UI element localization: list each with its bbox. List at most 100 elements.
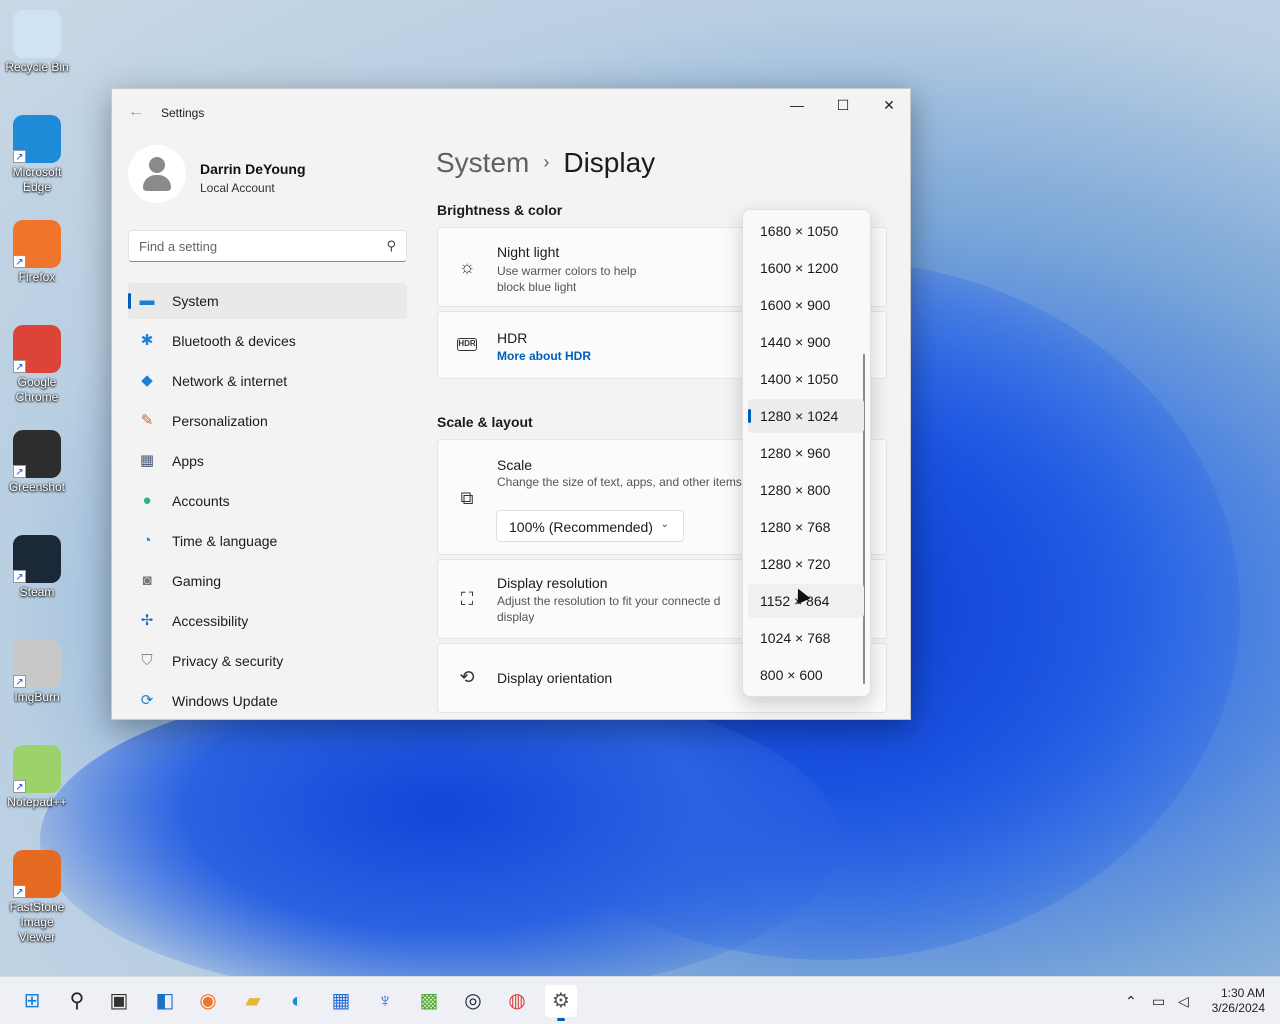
sidebar-item-time-language[interactable]: ◔ Time & language — [128, 523, 407, 559]
desktop-icon-label: FastStone Image Viewer — [9, 900, 65, 944]
sidebar-item-label: Accounts — [172, 493, 230, 509]
avatar-head-icon — [149, 157, 165, 173]
title-bar[interactable]: ← Settings — ☐ ✕ — [112, 89, 910, 137]
hdr-icon: HDR — [457, 338, 477, 351]
resolution-option[interactable]: 1280 × 960 — [748, 436, 864, 470]
sidebar-item-accessibility[interactable]: ✢ Accessibility — [128, 603, 407, 639]
resolution-option-label: 1400 × 1050 — [760, 371, 839, 387]
sidebar-item-apps[interactable]: ▦ Apps — [128, 443, 407, 479]
close-button[interactable]: ✕ — [866, 89, 910, 121]
desktop-icon-2[interactable]: ↗ Firefox — [2, 220, 72, 285]
sidebar-item-windows-update[interactable]: ⟳ Windows Update — [128, 683, 407, 719]
resolution-option[interactable]: 1440 × 900 — [748, 325, 864, 359]
clock[interactable]: 1:30 AM 3/26/2024 — [1212, 986, 1265, 1016]
resolution-option-label: 1024 × 768 — [760, 630, 831, 646]
resolution-option[interactable]: 1280 × 768 — [748, 510, 864, 544]
shortcut-arrow-icon: ↗ — [13, 885, 26, 898]
resolution-option[interactable]: 1600 × 1200 — [748, 251, 864, 285]
desktop-icon-3[interactable]: ↗ Google Chrome — [2, 325, 72, 405]
file-explorer-button[interactable]: ▰ — [237, 985, 269, 1017]
sidebar-nav: ▬ System ✱ Bluetooth & devices ◆ Network & in… — [128, 283, 407, 719]
recycle-bin-icon — [13, 10, 61, 58]
night-light-icon: ☼ — [458, 257, 476, 277]
store-button[interactable]: ▦ — [325, 985, 357, 1017]
desktop-icon-label: ImgBurn — [14, 690, 60, 704]
resolution-option[interactable]: 1024 × 768 — [748, 621, 864, 655]
scale-dropdown[interactable]: 100% (Recommended) ⌄ — [496, 510, 684, 542]
resolution-option[interactable]: 1280 × 720 — [748, 547, 864, 581]
resolution-option[interactable]: 1680 × 1050 — [748, 214, 864, 248]
desktop-icon-1[interactable]: ↗ Microsoft Edge — [2, 115, 72, 195]
settings-taskbar-button[interactable]: ⚙ — [545, 985, 577, 1021]
steam-taskbar-button[interactable]: ◎ — [457, 985, 489, 1017]
minimize-button[interactable]: — — [774, 89, 820, 121]
desktop-icon-label: Google Chrome — [15, 375, 59, 404]
search-taskbar-button[interactable]: ⚲ — [61, 985, 93, 1017]
shortcut-arrow-icon: ↗ — [13, 255, 26, 268]
desktop-icon-8[interactable]: ↗ FastStone Image Viewer — [2, 850, 72, 945]
sidebar-item-network-internet[interactable]: ◆ Network & internet — [128, 363, 407, 399]
edge-taskbar-button[interactable]: ◐ — [281, 985, 313, 1017]
resolution-option-label: 1600 × 900 — [760, 297, 831, 313]
resolution-option-label: 1680 × 1050 — [760, 223, 839, 239]
task-view-button[interactable]: ▣ — [103, 985, 135, 1017]
scale-value: 100% (Recommended) — [509, 519, 653, 535]
wallpaper-bloom-lower — [40, 680, 840, 1000]
desktop-icon-6[interactable]: ↗ ImgBurn — [2, 640, 72, 705]
desktop-icon-label: Notepad++ — [7, 795, 67, 809]
desktop-icon-4[interactable]: ↗ Greenshot — [2, 430, 72, 495]
search-input[interactable] — [129, 231, 369, 261]
resolution-option[interactable]: 1280 × 1024 — [748, 399, 864, 433]
resolution-option[interactable]: 1400 × 1050 — [748, 362, 864, 396]
imgburn-icon: ↗ — [13, 640, 61, 688]
desktop-icon-0[interactable]: Recycle Bin — [2, 10, 72, 75]
search-icon[interactable]: ⚲ — [386, 238, 396, 254]
desktop-icon-label: Greenshot — [8, 480, 66, 494]
sidebar-item-label: Windows Update — [172, 693, 278, 709]
resolution-option-label: 1280 × 800 — [760, 482, 831, 498]
night-light-desc: Use warmer colors to help block blue lig… — [497, 264, 637, 294]
sidebar-item-label: Gaming — [172, 573, 222, 589]
start-button[interactable]: ⊞ — [16, 985, 48, 1017]
resolution-icon: ⛶ — [460, 589, 474, 609]
resolution-option[interactable]: 800 × 600 — [748, 658, 864, 692]
sidebar-item-personalization[interactable]: ✎ Personalization — [128, 403, 407, 439]
greenshot-icon: ↗ — [13, 430, 61, 478]
gamepad-icon: ◙ — [142, 572, 152, 589]
back-arrow-icon[interactable]: ← — [128, 103, 144, 121]
shortcut-arrow-icon: ↗ — [13, 360, 26, 373]
breadcrumb-system[interactable]: System — [436, 147, 529, 178]
greenshot-taskbar-button[interactable]: ▩ — [413, 985, 445, 1017]
widgets-button[interactable]: ◧ — [149, 985, 181, 1017]
scale-icon: ⧉ — [460, 488, 474, 508]
faststone-icon: ↗ — [13, 850, 61, 898]
desktop-icon-7[interactable]: ↗ Notepad++ — [2, 745, 72, 810]
maximize-button[interactable]: ☐ — [820, 89, 866, 121]
sidebar-item-bluetooth-devices[interactable]: ✱ Bluetooth & devices — [128, 323, 407, 359]
sidebar-item-privacy-security[interactable]: ⛉ Privacy & security — [128, 643, 407, 679]
clock-date: 3/26/2024 — [1211, 1001, 1265, 1015]
shortcut-arrow-icon: ↗ — [13, 150, 26, 163]
desktop-icon-label: Recycle Bin — [5, 60, 69, 74]
avatar — [128, 145, 186, 203]
avatar-body-icon — [143, 175, 171, 191]
desktop-icon-5[interactable]: ↗ Steam — [2, 535, 72, 600]
search-box[interactable]: ⚲ — [128, 230, 407, 262]
feather-app-button[interactable]: ♆ — [369, 985, 401, 1017]
tray-chevron-icon[interactable]: ⌃ — [1125, 993, 1137, 1010]
chrome-taskbar-button[interactable]: ◍ — [501, 985, 533, 1017]
more-about-hdr-link[interactable]: More about HDR — [497, 349, 591, 363]
firefox-taskbar-button[interactable]: ◉ — [192, 985, 224, 1017]
network-icon[interactable]: ▭ — [1152, 993, 1165, 1010]
sidebar-item-system[interactable]: ▬ System — [128, 283, 407, 319]
sidebar-item-gaming[interactable]: ◙ Gaming — [128, 563, 407, 599]
notepadpp-icon: ↗ — [13, 745, 61, 793]
chevron-down-icon: ⌄ — [660, 519, 669, 530]
resolution-dropdown-list[interactable]: 1680 × 1050 1600 × 1200 1600 × 900 1440 × 9… — [742, 209, 871, 697]
volume-icon[interactable]: ◁ — [1178, 993, 1189, 1010]
brush-icon: ✎ — [140, 412, 154, 429]
sidebar-item-accounts[interactable]: ● Accounts — [128, 483, 407, 519]
resolution-option[interactable]: 1280 × 800 — [748, 473, 864, 507]
resolution-option-label: 1280 × 960 — [760, 445, 831, 461]
resolution-option[interactable]: 1600 × 900 — [748, 288, 864, 322]
